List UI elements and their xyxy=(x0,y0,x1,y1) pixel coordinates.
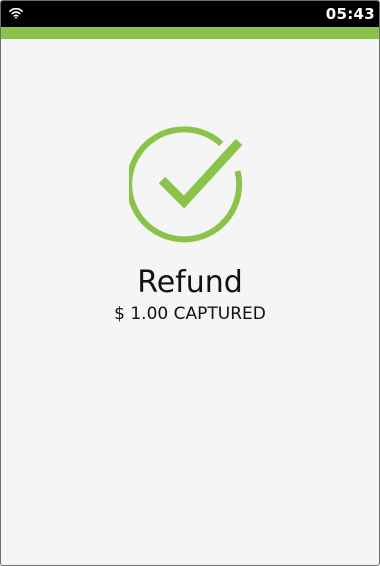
result-amount-status: $ 1.00 CAPTURED xyxy=(114,304,266,324)
wifi-icon xyxy=(9,7,23,19)
status-time: 05:43 xyxy=(325,5,375,23)
device-screen: 05:43 Refund $ 1.00 CAPTURED xyxy=(0,0,380,566)
result-panel: Refund $ 1.00 CAPTURED xyxy=(1,39,379,565)
result-title: Refund xyxy=(137,265,243,300)
check-circle-icon xyxy=(129,126,243,243)
accent-bar xyxy=(1,27,379,39)
status-bar: 05:43 xyxy=(1,1,379,27)
